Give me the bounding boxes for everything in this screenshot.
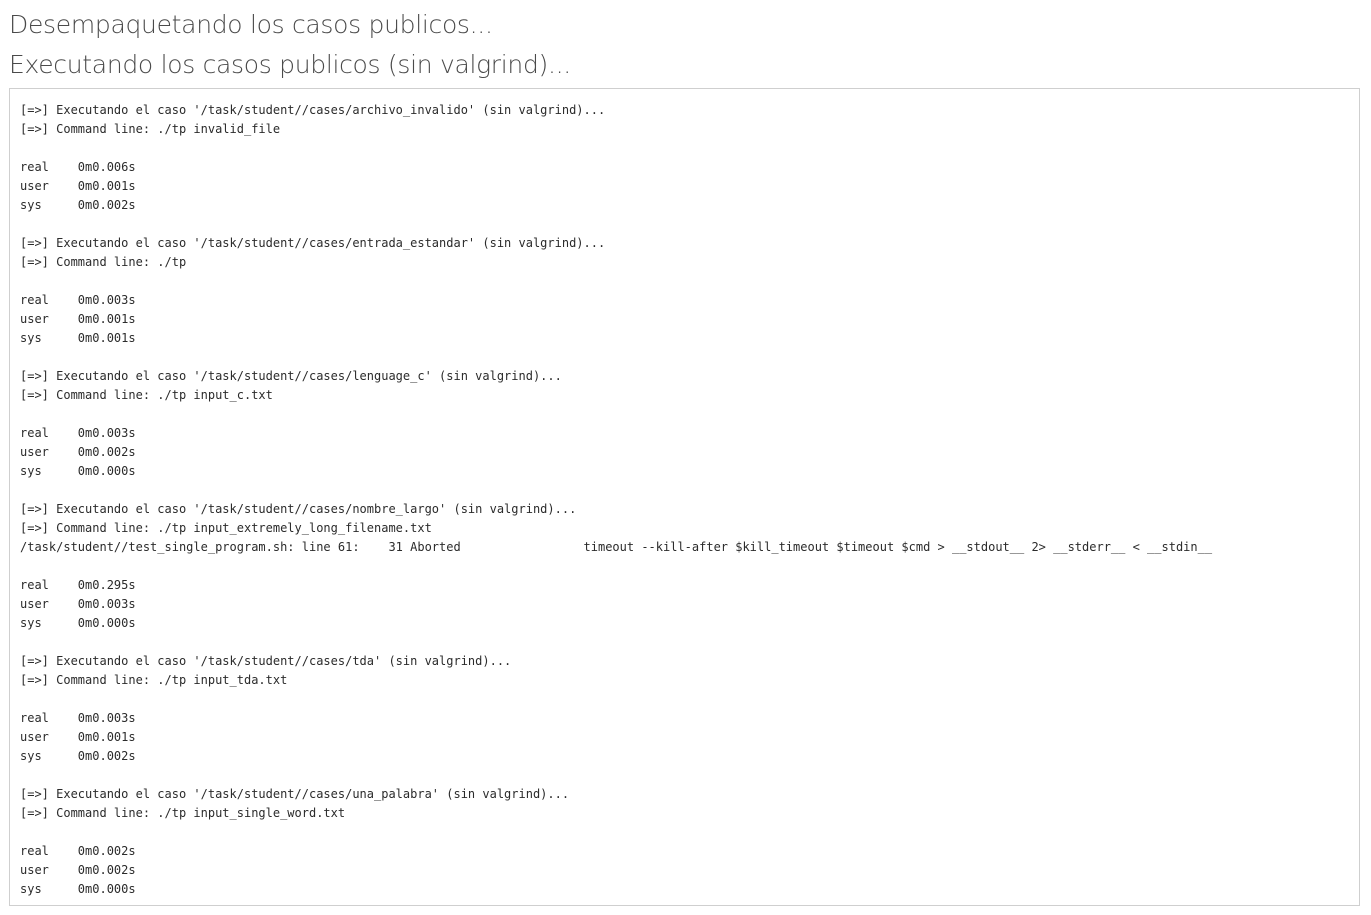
console-line: user 0m0.001s [20,730,136,744]
unpacking-heading: Desempaquetando los casos publicos... [9,10,493,39]
console-line: [=>] Command line: ./tp invalid_file [20,122,281,136]
console-line: [=>] Command line: ./tp input_c.txt [20,388,273,402]
console-line: sys 0m0.001s [20,331,136,345]
console-line: [=>] Command line: ./tp input_single_wor… [20,806,346,820]
console-line: user 0m0.003s [20,597,136,611]
console-line: user 0m0.001s [20,312,136,326]
console-line: sys 0m0.002s [20,198,136,212]
console-line: real 0m0.295s [20,578,136,592]
console-line: [=>] Executando el caso '/task/student//… [20,787,570,801]
console-line: [=>] Executando el caso '/task/student//… [20,369,562,383]
console-line: real 0m0.003s [20,711,136,725]
console-line: real 0m0.003s [20,426,136,440]
console-line: sys 0m0.000s [20,464,136,478]
console-line: [=>] Command line: ./tp [20,255,187,269]
console-line: [=>] Command line: ./tp input_extremely_… [20,521,432,535]
console-line: real 0m0.006s [20,160,136,174]
console-line: sys 0m0.002s [20,749,136,763]
console-line: real 0m0.002s [20,844,136,858]
console-line: [=>] Executando el caso '/task/student//… [20,502,577,516]
page: Desempaquetando los casos publicos... Ex… [0,0,1371,915]
console-line: user 0m0.002s [20,445,136,459]
console-line: sys 0m0.000s [20,882,136,896]
console-line: user 0m0.001s [20,179,136,193]
console-line: user 0m0.002s [20,863,136,877]
console-line: sys 0m0.000s [20,616,136,630]
executing-heading: Executando los casos publicos (sin valgr… [9,50,571,79]
console-line: /task/student//test_single_program.sh: l… [20,540,1213,554]
console-line: [=>] Executando el caso '/task/student//… [20,236,606,250]
console-output[interactable]: [=>] Executando el caso '/task/student//… [9,88,1360,906]
console-line: [=>] Executando el caso '/task/student//… [20,103,606,117]
console-line: real 0m0.003s [20,293,136,307]
console-line: [=>] Executando el caso '/task/student//… [20,654,512,668]
console-line: [=>] Command line: ./tp input_tda.txt [20,673,288,687]
